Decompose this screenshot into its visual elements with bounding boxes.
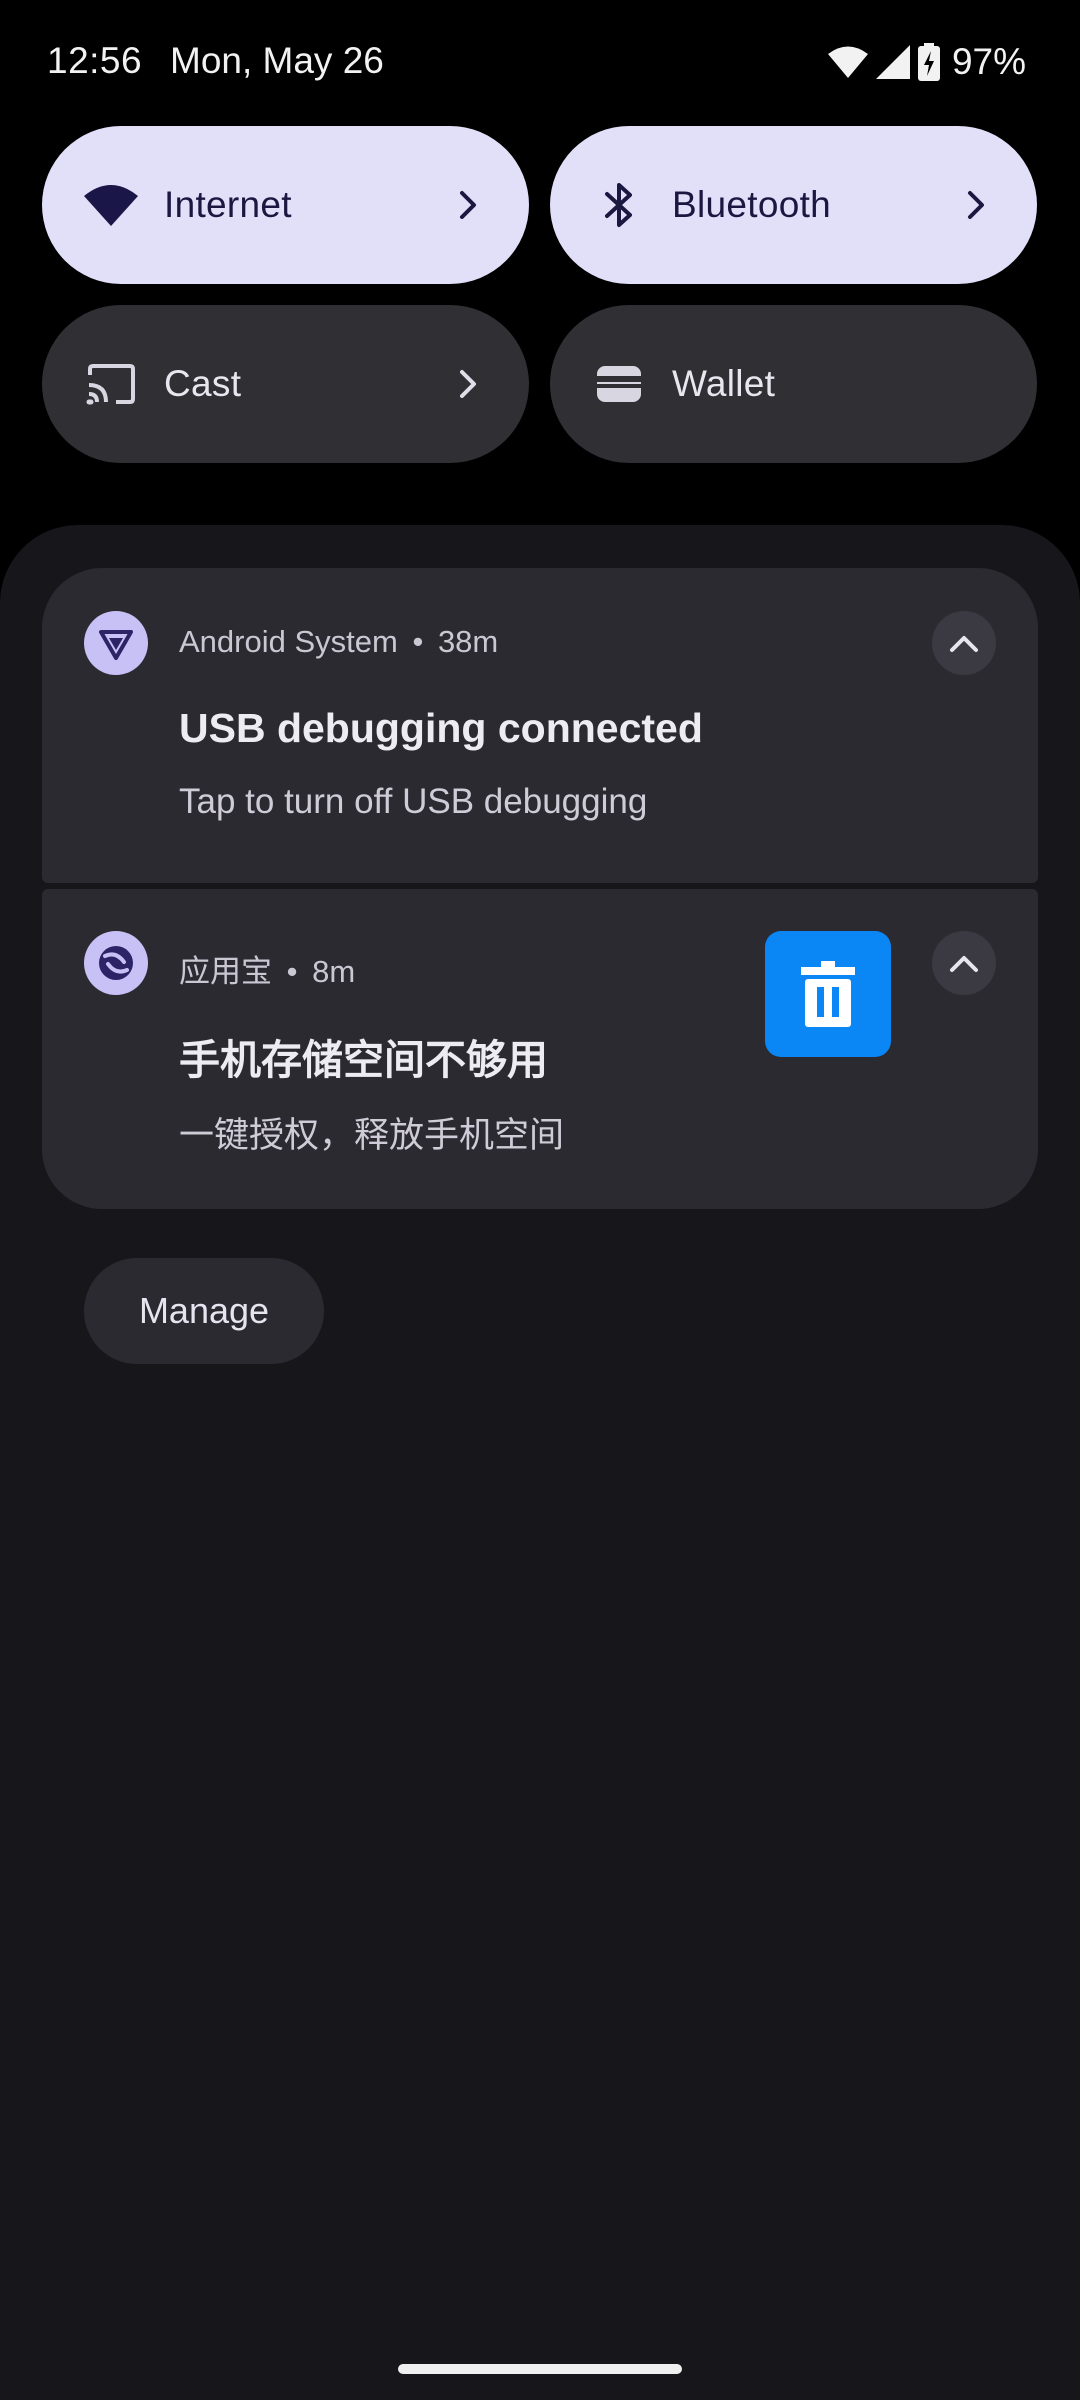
wallet-icon: [590, 355, 648, 413]
notification-body: 一键授权，释放手机空间: [179, 1116, 565, 1155]
notification-body: Tap to turn off USB debugging: [179, 782, 648, 821]
chevron-right-icon[interactable]: [451, 187, 487, 223]
cell-signal-icon: [875, 45, 910, 79]
notification-app-name: 应用宝: [179, 954, 272, 989]
tile-label: Bluetooth: [672, 184, 832, 225]
app-store-icon: [84, 931, 148, 995]
battery-percentage: 97%: [951, 41, 1026, 82]
status-date: Mon, May 26: [170, 40, 384, 81]
battery-charging-icon: [917, 43, 940, 81]
tile-internet[interactable]: Internet: [42, 126, 529, 284]
status-time: 12:56: [47, 40, 143, 81]
cast-icon: [82, 355, 140, 413]
notification-app-name: Android System: [179, 624, 398, 659]
notification-shade-screen: 12:56 Mon, May 26 97% Internet Bluetooth…: [0, 0, 1080, 2400]
notification-header: Android System • 38m: [179, 624, 498, 660]
tile-label: Cast: [164, 363, 242, 404]
manage-button[interactable]: Manage: [84, 1258, 324, 1364]
tile-bluetooth[interactable]: Bluetooth: [550, 126, 1037, 284]
status-icons: 97%: [827, 40, 1026, 84]
wifi-icon: [82, 176, 140, 234]
notification-title: 手机存储空间不够用: [179, 1037, 548, 1083]
notification-storage[interactable]: 应用宝 • 8m 手机存储空间不够用 一键授权，释放手机空间: [42, 889, 1038, 1209]
wifi-icon: [827, 45, 868, 79]
collapse-button[interactable]: [932, 611, 996, 675]
notification-title: USB debugging connected: [179, 705, 703, 751]
tile-cast[interactable]: Cast: [42, 305, 529, 463]
notification-time: 8m: [312, 954, 356, 989]
status-bar: 12:56 Mon, May 26 97%: [0, 0, 1080, 126]
tile-label: Internet: [164, 184, 292, 225]
trash-icon: [765, 931, 891, 1057]
header-separator: •: [286, 954, 298, 989]
bluetooth-icon: [590, 176, 648, 234]
tile-label: Wallet: [672, 363, 776, 404]
chevron-right-icon[interactable]: [451, 366, 487, 402]
collapse-button[interactable]: [932, 931, 996, 995]
tile-wallet[interactable]: Wallet: [550, 305, 1037, 463]
android-system-icon: [84, 611, 148, 675]
notification-usb-debugging[interactable]: Android System • 38m USB debugging conne…: [42, 568, 1038, 883]
home-gesture-handle[interactable]: [398, 2364, 682, 2374]
notification-header: 应用宝 • 8m: [179, 946, 355, 991]
chevron-right-icon[interactable]: [959, 187, 995, 223]
notification-time: 38m: [437, 624, 499, 659]
header-separator: •: [412, 624, 424, 659]
notification-group: Android System • 38m USB debugging conne…: [42, 568, 1038, 1209]
